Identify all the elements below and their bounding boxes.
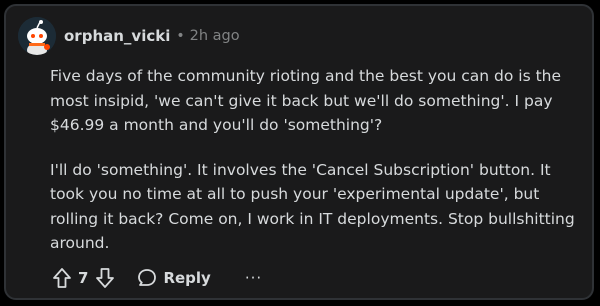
avatar[interactable]: [18, 17, 56, 55]
reply-label: Reply: [163, 269, 211, 287]
arrow-down-icon: [96, 268, 115, 288]
reply-button[interactable]: Reply: [137, 268, 211, 288]
separator-dot: •: [176, 28, 185, 44]
snoo-avatar-icon: [18, 17, 56, 55]
arrow-up-icon: [53, 268, 71, 288]
comment-card: orphan_vicki • 2h ago Five days of the c…: [4, 4, 594, 300]
comment-timestamp: 2h ago: [189, 28, 240, 44]
comment-header: orphan_vicki • 2h ago: [18, 16, 240, 56]
vote-count: 7: [78, 269, 89, 287]
comment-author[interactable]: orphan_vicki: [64, 27, 170, 45]
comment-paragraph: Five days of the community rioting and t…: [50, 67, 562, 134]
comment-paragraph: I'll do 'something'. It involves the 'Ca…: [50, 160, 575, 253]
upvote-button[interactable]: [52, 267, 72, 289]
comment-actions: 7 Reply ···: [52, 264, 262, 292]
speech-bubble-icon: [138, 269, 157, 286]
downvote-button[interactable]: [95, 267, 115, 289]
more-options-button[interactable]: ···: [245, 269, 262, 287]
comment-body: Five days of the community rioting and t…: [50, 64, 586, 276]
